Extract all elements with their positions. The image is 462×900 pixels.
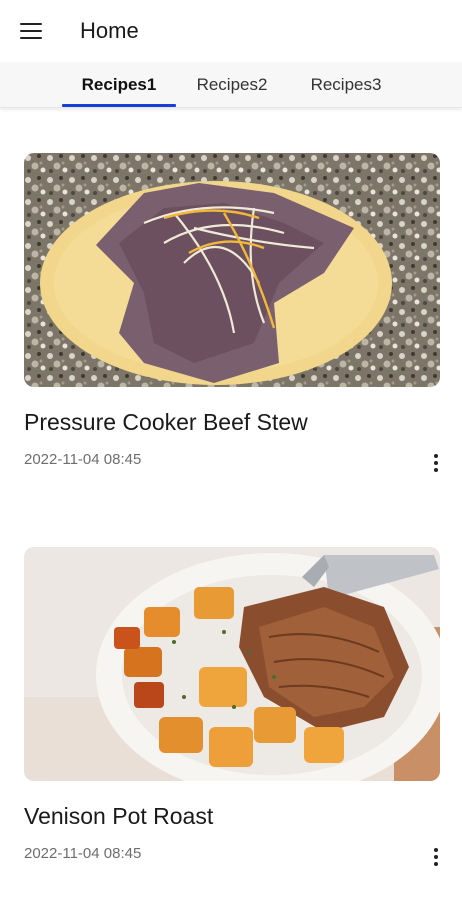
recipe-image-beef-stew[interactable]	[24, 153, 440, 387]
menu-button[interactable]	[0, 0, 62, 62]
tab-recipes2[interactable]: Recipes2	[178, 62, 286, 108]
recipe-image-venison-pot-roast[interactable]	[24, 547, 440, 781]
more-options-button[interactable]	[424, 845, 448, 869]
tab-selected-indicator	[62, 104, 176, 107]
tab-recipes3[interactable]: Recipes3	[292, 62, 400, 108]
hamburger-menu-icon	[20, 23, 42, 40]
app-bar: Home	[0, 0, 462, 62]
recipe-title[interactable]: Venison Pot Roast	[24, 803, 213, 830]
more-vertical-icon	[434, 454, 438, 472]
recipe-date: 2022-11-04 08:45	[24, 451, 142, 468]
page-title: Home	[80, 18, 139, 43]
recipe-card[interactable]: Pressure Cooker Beef Stew 2022-11-04 08:…	[24, 153, 440, 472]
more-options-button[interactable]	[424, 451, 448, 475]
recipe-title[interactable]: Pressure Cooker Beef Stew	[24, 409, 308, 436]
more-vertical-icon	[434, 848, 438, 866]
recipe-card[interactable]: Venison Pot Roast 2022-11-04 08:45	[24, 547, 440, 866]
recipe-date: 2022-11-04 08:45	[24, 845, 142, 862]
tab-recipes1[interactable]: Recipes1	[62, 62, 176, 108]
tab-bar: Recipes1 Recipes2 Recipes3	[0, 62, 462, 108]
